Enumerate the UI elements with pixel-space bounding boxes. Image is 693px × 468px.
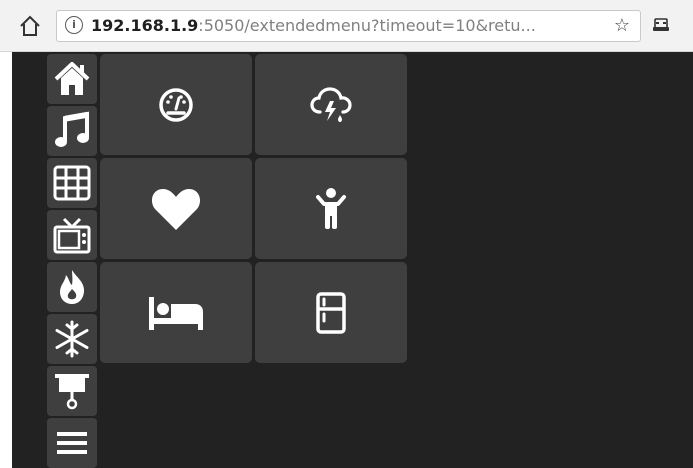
bed-icon bbox=[149, 296, 203, 330]
address-bar[interactable]: i 192.168.1.9:5050/extendedmenu?timeout=… bbox=[56, 10, 641, 42]
tv-icon bbox=[53, 217, 91, 254]
tile-weather[interactable] bbox=[255, 54, 407, 155]
url-host: 192.168.1.9 bbox=[91, 17, 199, 35]
info-icon[interactable]: i bbox=[65, 16, 83, 34]
extension-button[interactable] bbox=[651, 16, 671, 36]
url-path: :5050/extendedmenu?timeout=10&retu... bbox=[198, 17, 536, 35]
storm-cloud-icon bbox=[310, 86, 352, 122]
home-icon bbox=[20, 15, 40, 36]
star-icon[interactable]: ☆ bbox=[614, 15, 630, 37]
music-note-icon bbox=[55, 111, 89, 147]
tile-gauge[interactable] bbox=[100, 54, 252, 155]
page-content bbox=[12, 52, 693, 468]
snowflake-icon bbox=[55, 320, 89, 358]
url-text: 192.168.1.9:5050/extendedmenu?timeout=10… bbox=[91, 17, 601, 35]
heart-icon bbox=[151, 188, 201, 230]
sidebar-item-projector[interactable] bbox=[47, 366, 97, 416]
sidebar-item-heating[interactable] bbox=[47, 262, 97, 312]
sidebar-item-grid[interactable] bbox=[47, 158, 97, 208]
home-button[interactable] bbox=[18, 14, 42, 38]
sidebar-item-tv[interactable] bbox=[47, 210, 97, 260]
sidebar-item-menu[interactable] bbox=[47, 418, 97, 468]
tile-bedroom[interactable] bbox=[100, 262, 252, 363]
sidebar-item-music[interactable] bbox=[47, 106, 97, 156]
house-icon bbox=[54, 62, 90, 95]
tile-kids[interactable] bbox=[255, 158, 407, 259]
gauge-icon bbox=[159, 87, 193, 122]
menu-icon bbox=[57, 432, 87, 454]
tile-kitchen[interactable] bbox=[255, 262, 407, 363]
browser-toolbar: i 192.168.1.9:5050/extendedmenu?timeout=… bbox=[0, 0, 693, 52]
tile-health[interactable] bbox=[100, 158, 252, 259]
sidebar-item-home[interactable] bbox=[47, 54, 97, 104]
sidebar-item-cooling[interactable] bbox=[47, 314, 97, 364]
flame-icon bbox=[60, 270, 85, 304]
fridge-icon bbox=[316, 291, 346, 334]
projector-screen-icon bbox=[55, 374, 89, 410]
extension-icon bbox=[653, 18, 669, 31]
child-icon bbox=[316, 187, 346, 229]
grid-icon bbox=[53, 165, 91, 201]
